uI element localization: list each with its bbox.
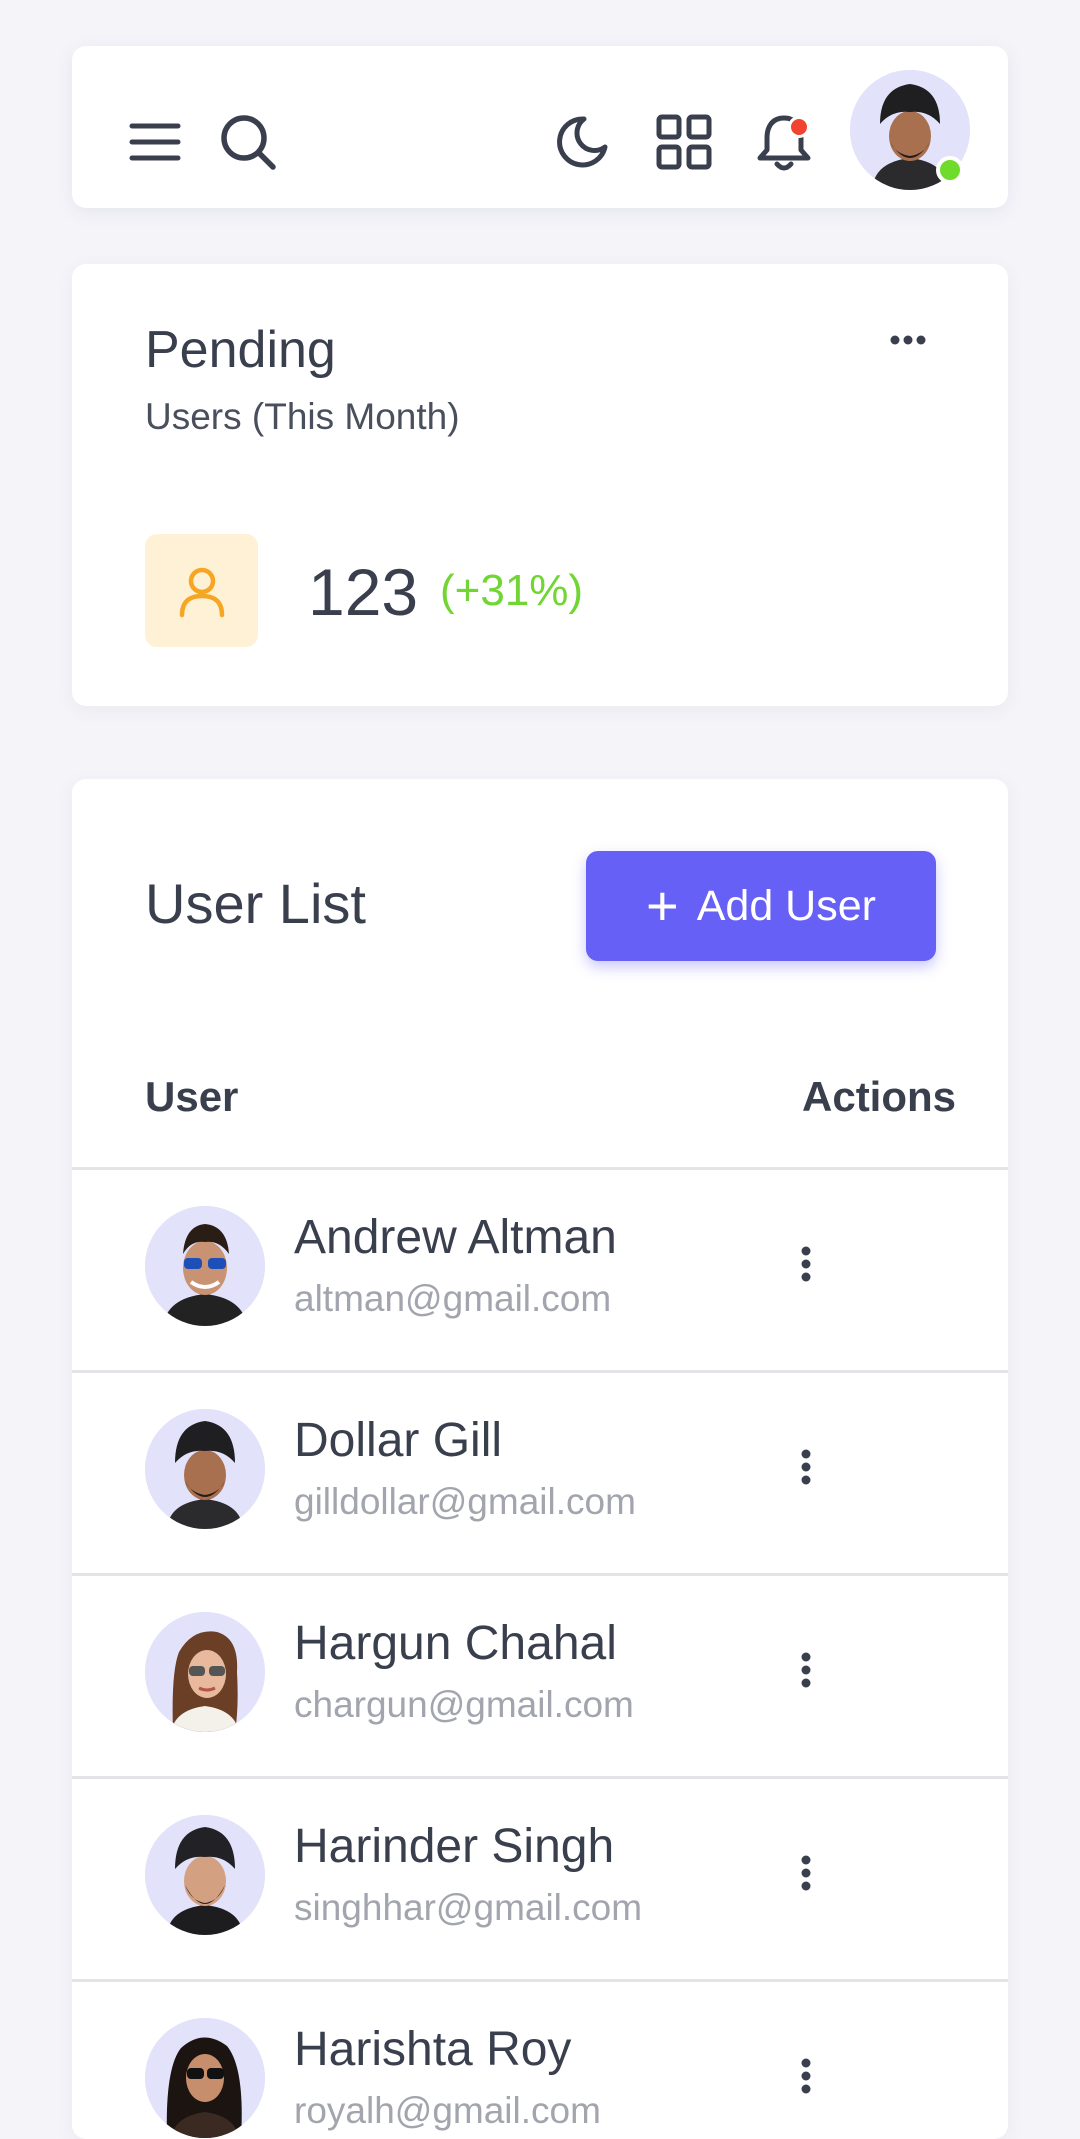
table-row: Dollar Gill gilldollar@gmail.com xyxy=(72,1370,1008,1573)
user-name[interactable]: Dollar Gill xyxy=(294,1413,502,1468)
profile-avatar[interactable] xyxy=(850,70,970,190)
column-header-user: User xyxy=(145,1073,239,1120)
user-table: Andrew Altman altman@gmail.com Dollar Gi… xyxy=(72,1167,1008,2139)
user-email: singhhar@gmail.com xyxy=(294,1887,643,1928)
more-vertical-icon[interactable] xyxy=(786,1435,826,1499)
add-user-button[interactable]: + Add User xyxy=(586,851,936,961)
table-row: Hargun Chahal chargun@gmail.com xyxy=(72,1573,1008,1776)
add-user-label: Add User xyxy=(696,881,876,930)
user-name[interactable]: Andrew Altman xyxy=(294,1210,617,1265)
user-avatar xyxy=(145,1409,265,1529)
user-list-card: User List + Add User User Actions Andrew… xyxy=(72,779,1008,2139)
more-horizontal-icon[interactable] xyxy=(880,324,936,356)
menu-icon[interactable] xyxy=(123,110,187,174)
list-title: User List xyxy=(145,872,366,935)
table-row: Harinder Singh singhhar@gmail.com xyxy=(72,1776,1008,1979)
user-avatar xyxy=(145,1815,265,1935)
more-vertical-icon[interactable] xyxy=(786,2044,826,2108)
user-email: gilldollar@gmail.com xyxy=(294,1481,636,1522)
more-vertical-icon[interactable] xyxy=(786,1232,826,1296)
plus-icon: + xyxy=(646,874,679,937)
notification-dot xyxy=(788,116,810,138)
table-row: Harishta Roy royalh@gmail.com xyxy=(72,1979,1008,2139)
bell-icon[interactable] xyxy=(752,110,816,174)
table-row: Andrew Altman altman@gmail.com xyxy=(72,1167,1008,1370)
user-avatar xyxy=(145,2018,265,2138)
pending-count: 123 xyxy=(308,555,419,629)
pending-change: (+31%) xyxy=(440,566,584,615)
user-name[interactable]: Harishta Roy xyxy=(294,2022,571,2077)
card-title: Pending xyxy=(145,321,336,379)
user-icon xyxy=(179,567,224,617)
pending-users-card: Pending Users (This Month) 123 (+31%) xyxy=(72,264,1008,706)
user-avatar xyxy=(145,1206,265,1326)
user-name[interactable]: Hargun Chahal xyxy=(294,1616,617,1671)
user-icon-badge xyxy=(145,534,258,647)
user-email: chargun@gmail.com xyxy=(294,1684,634,1725)
column-header-actions: Actions xyxy=(802,1073,957,1120)
more-vertical-icon[interactable] xyxy=(786,1841,826,1905)
user-name[interactable]: Harinder Singh xyxy=(294,1819,614,1874)
online-status-dot xyxy=(936,156,964,184)
user-avatar xyxy=(145,1612,265,1732)
grid-icon[interactable] xyxy=(652,110,716,174)
card-subtitle: Users (This Month) xyxy=(145,396,460,437)
search-icon[interactable] xyxy=(216,110,280,174)
moon-icon[interactable] xyxy=(550,110,614,174)
user-email: royalh@gmail.com xyxy=(294,2090,601,2131)
more-vertical-icon[interactable] xyxy=(786,1638,826,1702)
user-email: altman@gmail.com xyxy=(294,1278,612,1319)
